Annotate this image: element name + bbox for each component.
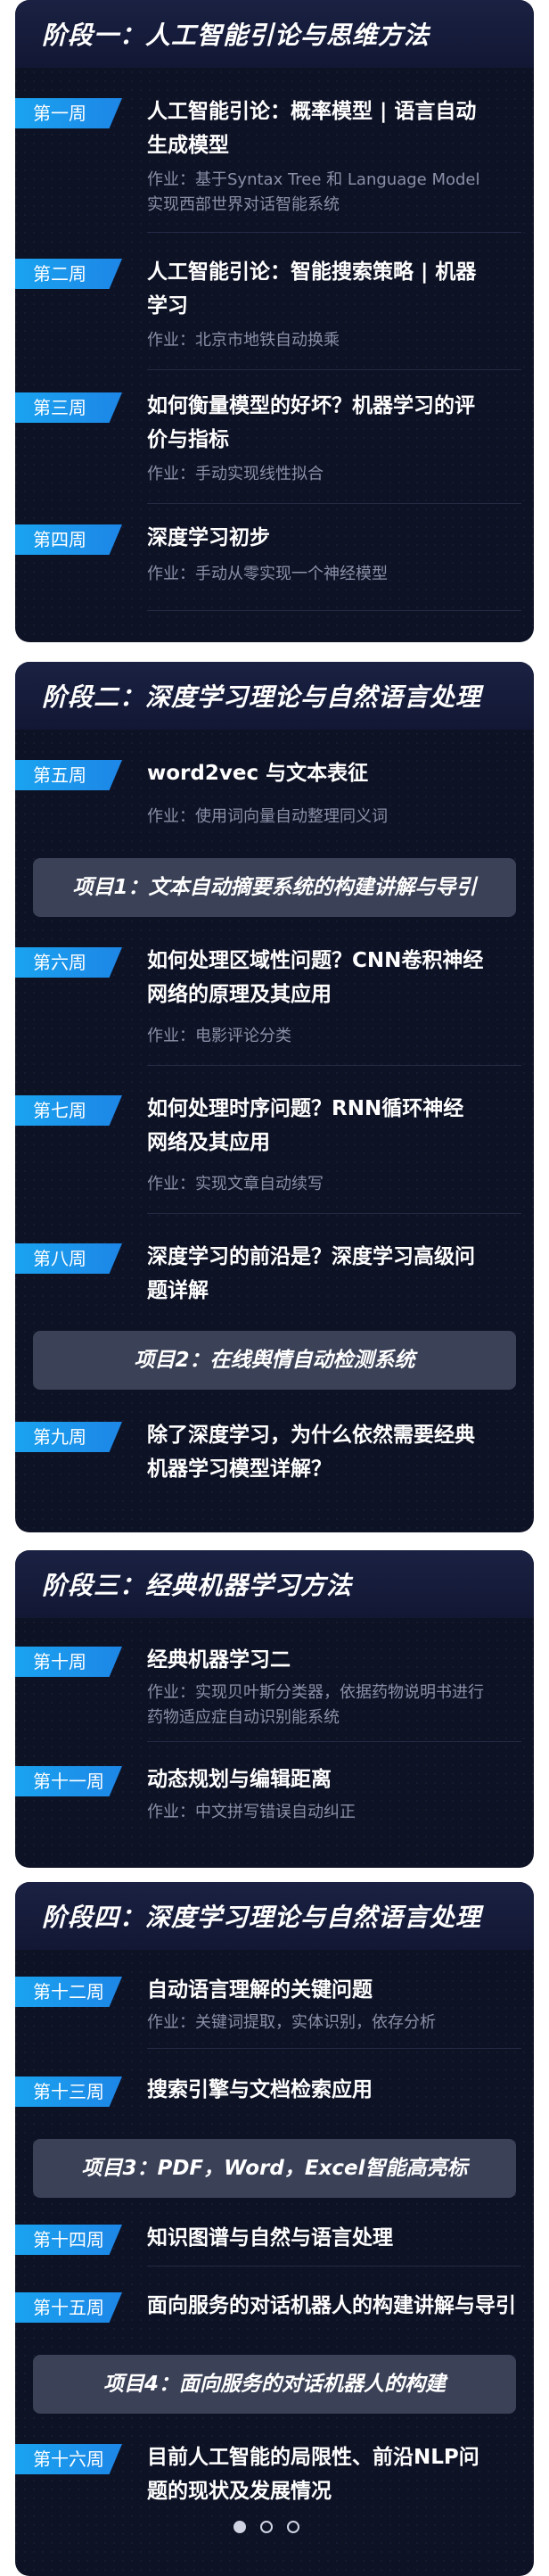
divider xyxy=(147,503,521,504)
divider xyxy=(147,1213,521,1214)
week-title: 除了深度学习，为什么依然需要经典 机器学习模型详解？ xyxy=(147,1424,475,1481)
week-title: 经典机器学习二 xyxy=(147,1648,291,1672)
stage-card-3: 阶段三：经典机器学习方法 第十周 经典机器学习二 作业：实现贝叶斯分类器，依据药… xyxy=(15,1550,534,1868)
week-title: 深度学习的前沿是？深度学习高级问 题详解 xyxy=(147,1245,475,1302)
week-title: 动态规划与编辑距离 xyxy=(147,1768,332,1791)
project-banner: 项目3：PDF，Word，Excel智能高亮标 xyxy=(33,2139,516,2198)
stage-header: 阶段四：深度学习理论与自然语言处理 xyxy=(15,1882,534,1950)
week-homework: 作业：手动实现线性拟合 xyxy=(147,465,324,483)
stage-header: 阶段三：经典机器学习方法 xyxy=(15,1550,534,1618)
divider xyxy=(147,232,521,233)
week-title: 搜索引擎与文档检索应用 xyxy=(147,2078,373,2101)
week-homework: 作业：实现文章自动续写 xyxy=(147,1175,324,1193)
project-banner: 项目2：在线舆情自动检测系统 xyxy=(33,1331,516,1390)
week-title: 目前人工智能的局限性、前沿NLP问 题的现状及发展情况 xyxy=(147,2446,479,2503)
stage-title: 阶段三：经典机器学习方法 xyxy=(42,1571,353,1600)
week-homework: 作业：实现贝叶斯分类器，依据药物说明书进行 药物适应症自动识别能系统 xyxy=(147,1683,484,1727)
project-banner: 项目4：面向服务的对话机器人的构建 xyxy=(33,2355,516,2414)
stage-card-2: 阶段二：深度学习理论与自然语言处理 第五周 word2vec 与文本表征 作业：… xyxy=(15,662,534,1532)
carousel-pager xyxy=(234,2521,314,2539)
week-title: 人工智能引论：概率模型 | 语言自动 生成模型 xyxy=(147,100,477,157)
week-tag: 第四周 xyxy=(15,524,122,555)
week-tag: 第七周 xyxy=(15,1095,122,1126)
week-tag: 第八周 xyxy=(15,1243,122,1274)
week-tag: 第五周 xyxy=(15,760,122,790)
week-title: 知识图谱与自然与语言处理 xyxy=(147,2226,393,2250)
week-title: 深度学习初步 xyxy=(147,526,270,549)
divider xyxy=(147,1741,521,1742)
week-title: 自动语言理解的关键问题 xyxy=(147,1978,373,2002)
week-title: 如何衡量模型的好坏？机器学习的评 价与指标 xyxy=(147,394,475,451)
stage-header: 阶段二：深度学习理论与自然语言处理 xyxy=(15,662,534,730)
pager-dot[interactable] xyxy=(234,2521,246,2533)
week-tag: 第九周 xyxy=(15,1422,122,1452)
week-tag: 第十五周 xyxy=(15,2292,122,2323)
week-title: 面向服务的对话机器人的构建讲解与导引 xyxy=(147,2294,516,2317)
week-homework: 作业：中文拼写错误自动纠正 xyxy=(147,1803,356,1821)
week-tag: 第十周 xyxy=(15,1647,122,1677)
week-title: 如何处理时序问题？RNN循环神经 网络及其应用 xyxy=(147,1097,464,1154)
week-tag: 第一周 xyxy=(15,98,122,128)
week-tag: 第十三周 xyxy=(15,2076,122,2107)
week-tag: 第六周 xyxy=(15,947,122,978)
week-homework: 作业：关键词提取，实体识别，依存分析 xyxy=(147,2013,436,2032)
stage-title: 阶段二：深度学习理论与自然语言处理 xyxy=(42,682,482,712)
divider xyxy=(147,369,521,370)
week-title: 如何处理区域性问题？CNN卷积神经 网络的原理及其应用 xyxy=(147,949,484,1006)
stage-title: 阶段四：深度学习理论与自然语言处理 xyxy=(42,1903,482,1932)
week-tag: 第十一周 xyxy=(15,1766,122,1796)
stage-card-1: 阶段一：人工智能引论与思维方法 第一周 人工智能引论：概率模型 | 语言自动 生… xyxy=(15,0,534,642)
week-homework: 作业：手动从零实现一个神经模型 xyxy=(147,565,388,583)
project-banner: 项目1：文本自动摘要系统的构建讲解与导引 xyxy=(33,858,516,917)
week-tag: 第十六周 xyxy=(15,2444,122,2474)
week-tag: 第二周 xyxy=(15,259,122,289)
week-homework: 作业：基于Syntax Tree 和 Language Model 实现西部世界… xyxy=(147,170,480,214)
week-tag: 第三周 xyxy=(15,392,122,423)
pager-dot[interactable] xyxy=(287,2521,299,2533)
pager-dot[interactable] xyxy=(260,2521,273,2533)
divider xyxy=(147,2048,521,2049)
week-title: 人工智能引论：智能搜索策略 | 机器 学习 xyxy=(147,260,477,318)
week-tag: 第十四周 xyxy=(15,2225,122,2255)
stage-header: 阶段一：人工智能引论与思维方法 xyxy=(15,0,534,68)
stage-title: 阶段一：人工智能引论与思维方法 xyxy=(42,21,430,50)
stage-card-4: 阶段四：深度学习理论与自然语言处理 第十二周 自动语言理解的关键问题 作业：关键… xyxy=(15,1882,534,2576)
week-title: word2vec 与文本表征 xyxy=(147,762,369,785)
week-homework: 作业：电影评论分类 xyxy=(147,1027,291,1045)
week-tag: 第十二周 xyxy=(15,1977,122,2007)
week-homework: 作业：使用词向量自动整理同义词 xyxy=(147,807,388,826)
week-homework: 作业：北京市地铁自动换乘 xyxy=(147,331,340,350)
divider xyxy=(147,610,521,611)
divider xyxy=(147,1065,521,1066)
